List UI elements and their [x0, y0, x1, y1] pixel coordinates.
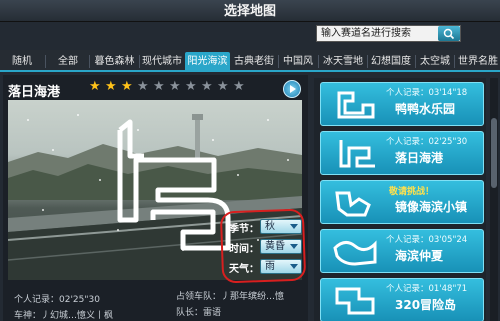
tab-chinese-style[interactable]: 中国风 [280, 52, 316, 72]
map-card[interactable]: 个人记录：03'14"18 鸭鸭水乐园 [320, 82, 484, 126]
map-card[interactable]: 个人记录：01'48"71 320冒险岛 [320, 278, 484, 321]
star-icon: ★ [105, 79, 117, 94]
tab-fantasy-land[interactable]: 幻想国度 [368, 52, 414, 72]
highlight-ring [219, 208, 307, 284]
map-card[interactable]: 个人记录：03'05"24 海滨仲夏 [320, 229, 484, 273]
tab-ice-snow[interactable]: 冰天雪地 [320, 52, 366, 72]
map-list-scrollbar[interactable] [490, 78, 498, 321]
track-icon [335, 191, 371, 217]
card-map-name: 镜像海滨小镇 [395, 200, 468, 214]
tab-space-city[interactable]: 太空城 [417, 52, 453, 72]
tab-all[interactable]: 全部 [48, 52, 88, 72]
tab-modern-city[interactable]: 现代城市 [140, 52, 184, 72]
star-icon: ★ [89, 79, 101, 94]
star-icon: ★ [201, 79, 213, 94]
track-icon [337, 91, 375, 119]
card-challenge: 敬请挑战！ [389, 187, 435, 197]
tab-divider [454, 55, 455, 68]
scrollbar-thumb[interactable] [491, 118, 497, 188]
tab-divider [278, 55, 279, 68]
window-title: 选择地图 [223, 4, 276, 19]
card-map-name: 320冒险岛 [395, 298, 457, 312]
tab-divider [415, 55, 416, 68]
title-bar: 选择地图 [0, 0, 500, 22]
search-icon [443, 28, 455, 40]
star-icon: ★ [233, 79, 245, 94]
occupying-team: 占领车队：丿那年缤纷…憶 [176, 292, 285, 302]
track-icon [339, 140, 375, 168]
track-icon [333, 240, 377, 266]
card-map-name: 落日海港 [395, 151, 444, 165]
track-icon [335, 287, 375, 315]
tab-classic-street[interactable]: 古典老街 [232, 52, 276, 72]
star-icon: ★ [153, 79, 165, 94]
card-record: 个人记录：02'25"30 [386, 137, 468, 147]
map-card[interactable]: 个人记录：02'25"30 落日海港 [320, 131, 484, 175]
selected-map-name: 落日海港 [8, 85, 61, 100]
preview-play-button[interactable] [283, 80, 301, 98]
card-record: 个人记录：03'14"18 [386, 88, 468, 98]
star-icon: ★ [169, 79, 181, 94]
card-map-name: 海滨仲夏 [395, 249, 444, 263]
search-button[interactable] [438, 26, 460, 41]
card-record: 个人记录：01'48"71 [386, 284, 468, 294]
tab-dusk-forest[interactable]: 暮色森林 [90, 52, 139, 72]
star-icon: ★ [217, 79, 229, 94]
card-record: 个人记录：03'05"24 [386, 235, 468, 245]
team-leader: 队长：雷语 [176, 308, 222, 318]
card-map-name: 鸭鸭水乐园 [395, 102, 456, 116]
map-card[interactable]: 敬请挑战！ 镜像海滨小镇 [320, 180, 484, 224]
category-tabs: 随机 全部 暮色森林 现代城市 阳光海滨 古典老街 中国风 冰天雪地 幻想国度 … [0, 50, 500, 72]
play-icon [290, 85, 296, 93]
personal-record: 个人记录：02'25"30 [14, 295, 100, 305]
tab-world-landmarks[interactable]: 世界名胜 [456, 52, 500, 72]
star-icon: ★ [185, 79, 197, 94]
car-god: 车神：丿幻城…憶义丨枫 [14, 311, 114, 321]
tab-divider [45, 55, 46, 68]
tab-divider [318, 55, 319, 68]
star-icon: ★ [137, 79, 149, 94]
tab-sunny-beach[interactable]: 阳光海滨 [185, 52, 230, 72]
tab-random[interactable]: 随机 [2, 52, 42, 72]
star-icon: ★ [121, 79, 133, 94]
